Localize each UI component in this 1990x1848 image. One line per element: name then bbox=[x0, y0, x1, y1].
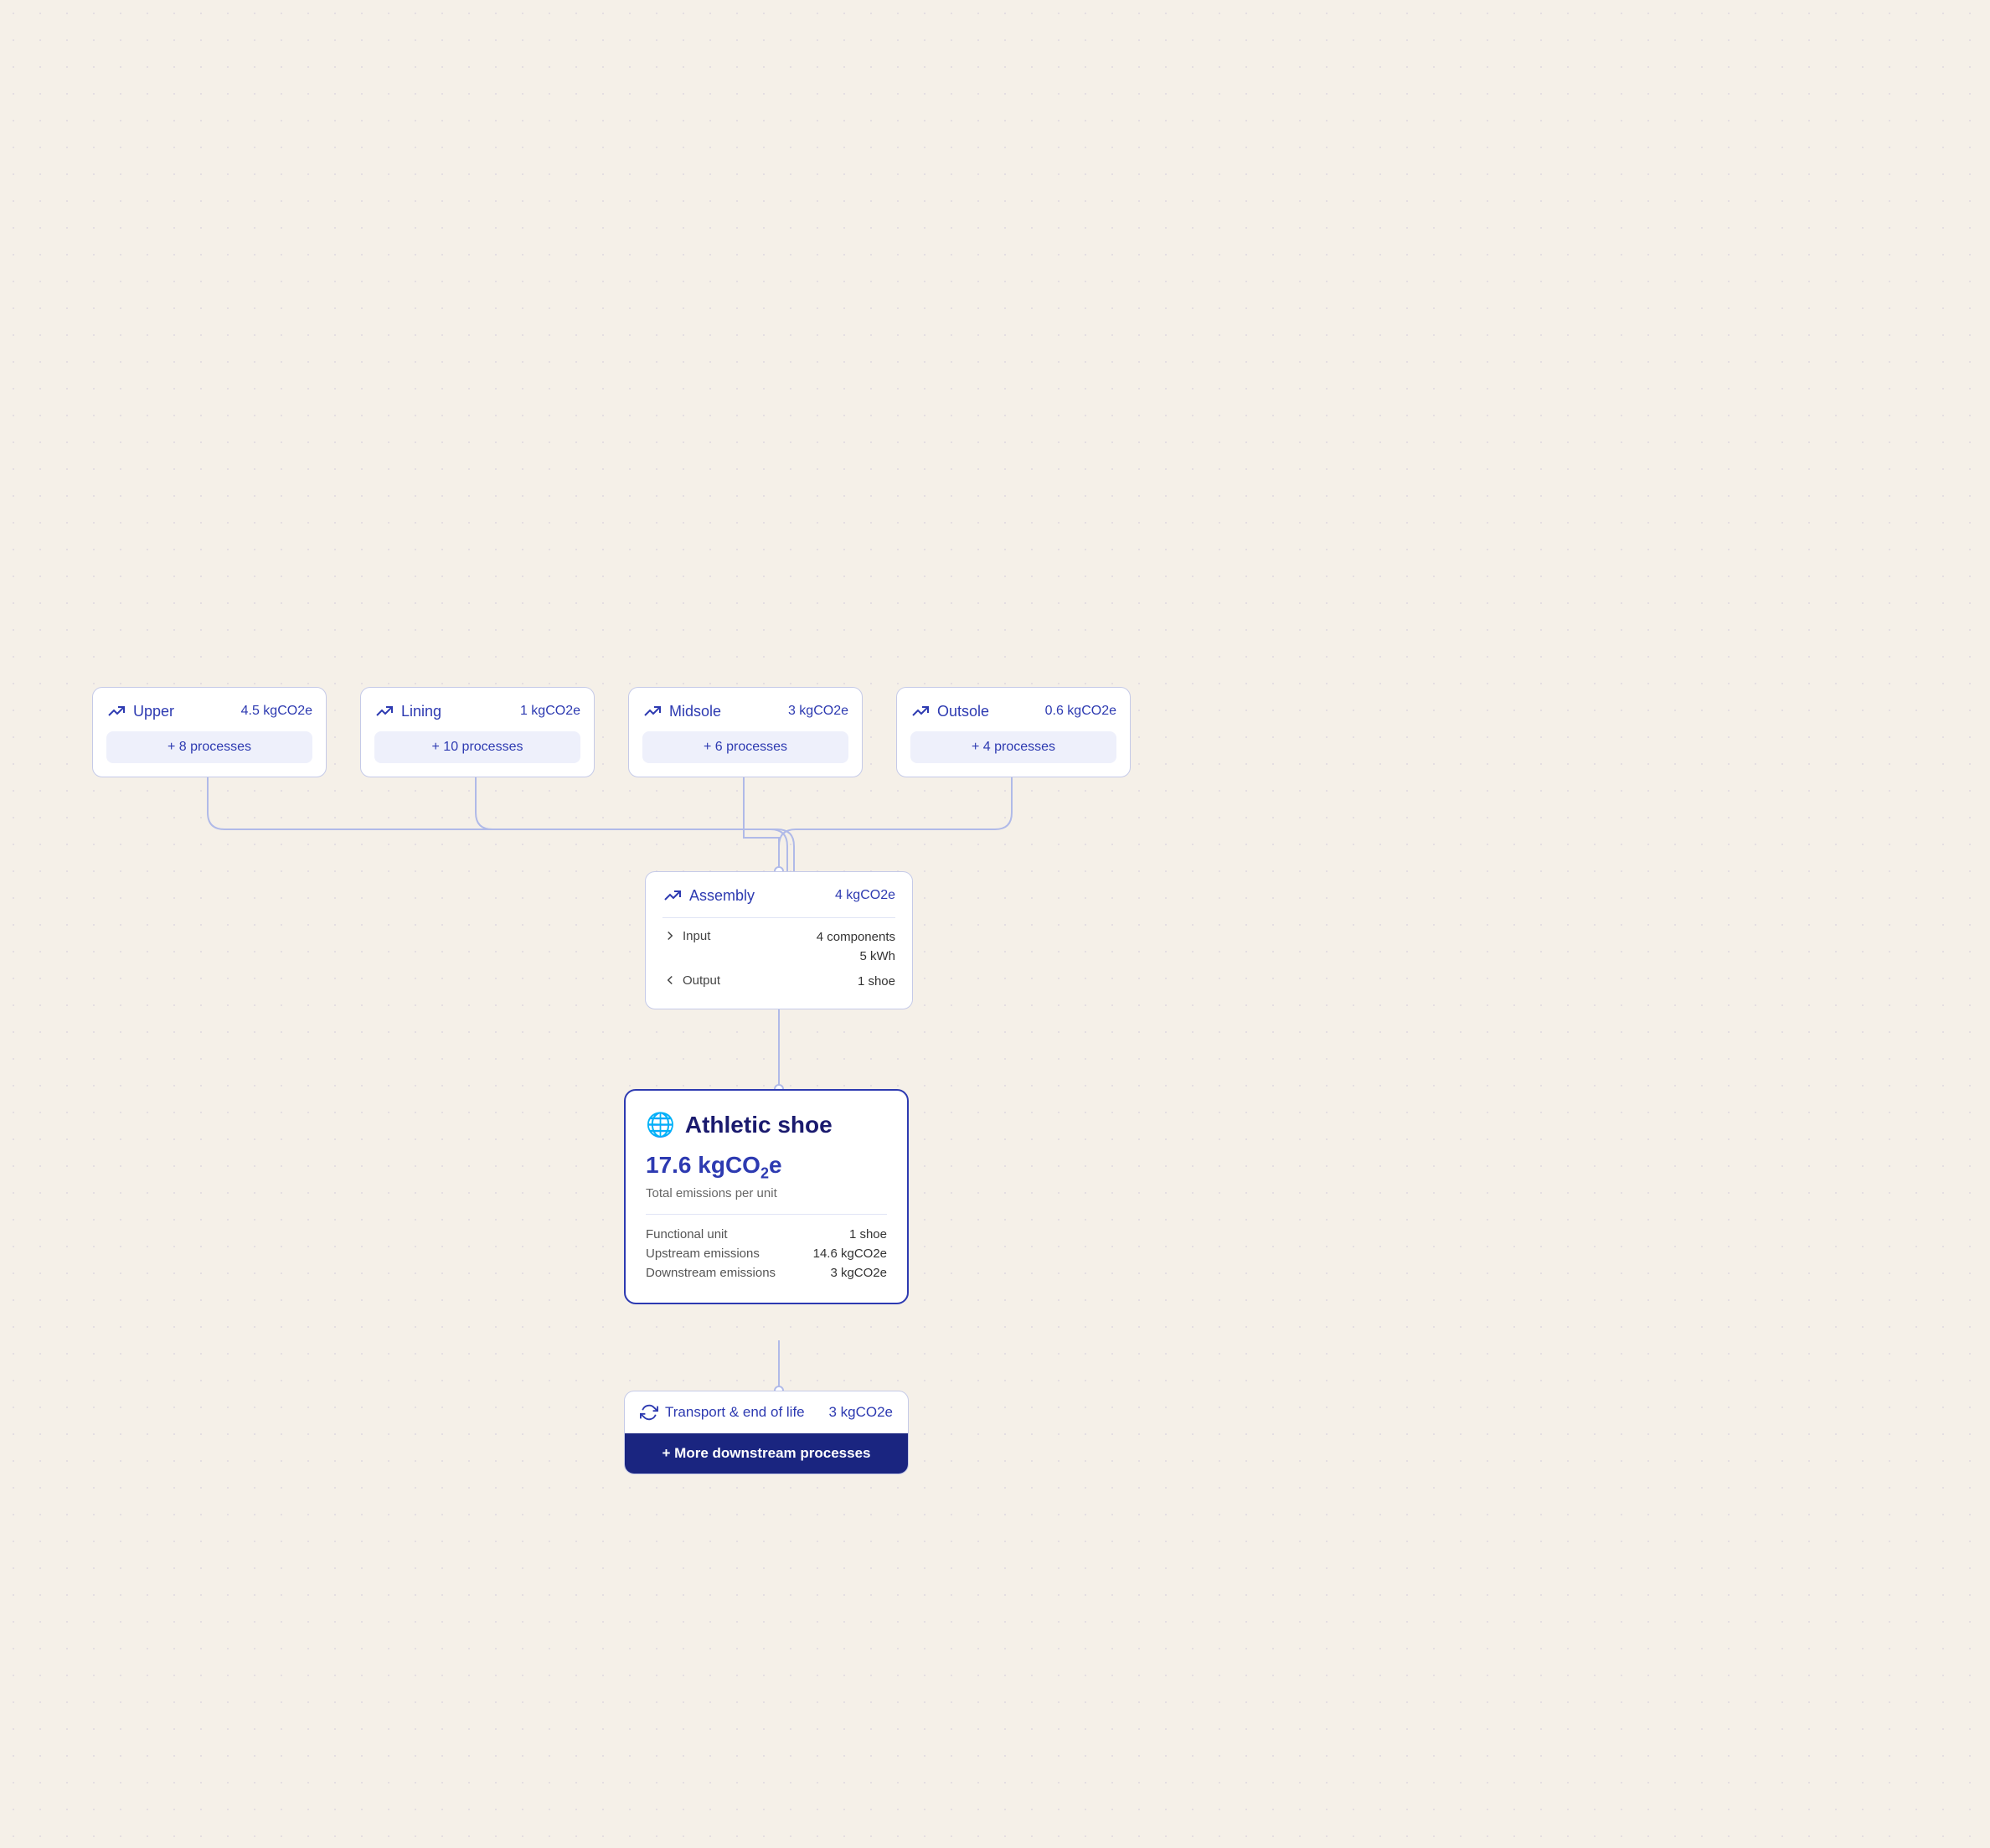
chart-icon-assembly bbox=[662, 885, 683, 906]
lining-card: Lining 1 kgCO2e + 10 processes bbox=[360, 687, 595, 777]
assembly-card: Assembly 4 kgCO2e Input 4 components 5 k… bbox=[645, 871, 913, 1009]
chart-icon-outsole bbox=[910, 701, 931, 721]
shoe-functional-unit-value: 1 shoe bbox=[849, 1227, 887, 1241]
transport-header: Transport & end of life 3 kgCO2e bbox=[625, 1391, 908, 1433]
outsole-value: 0.6 kgCO2e bbox=[1045, 704, 1116, 719]
shoe-header: 🌐 Athletic shoe bbox=[646, 1111, 887, 1138]
refresh-icon bbox=[640, 1403, 658, 1422]
midsole-value: 3 kgCO2e bbox=[788, 704, 848, 719]
midsole-title: Midsole bbox=[669, 703, 721, 720]
transport-title-group: Transport & end of life bbox=[640, 1403, 805, 1422]
assembly-input-value-2: 5 kWh bbox=[817, 947, 895, 967]
assembly-title: Assembly bbox=[689, 887, 755, 905]
lining-processes-button[interactable]: + 10 processes bbox=[374, 731, 580, 763]
assembly-input-label: Input bbox=[683, 929, 710, 943]
output-arrow-icon bbox=[662, 973, 678, 988]
more-downstream-button[interactable]: + More downstream processes bbox=[625, 1433, 908, 1474]
transport-title: Transport & end of life bbox=[665, 1404, 805, 1421]
outsole-card: Outsole 0.6 kgCO2e + 4 processes bbox=[896, 687, 1131, 777]
shoe-downstream-row: Downstream emissions 3 kgCO2e bbox=[646, 1263, 887, 1283]
midsole-title-group: Midsole bbox=[642, 701, 721, 721]
assembly-input-value-1: 4 components bbox=[817, 928, 895, 947]
assembly-output-row: Output 1 shoe bbox=[662, 969, 895, 995]
shoe-divider-1 bbox=[646, 1214, 887, 1215]
assembly-header: Assembly 4 kgCO2e bbox=[662, 885, 895, 906]
shoe-emissions: 17.6 kgCO2e bbox=[646, 1152, 887, 1183]
input-arrow-icon bbox=[662, 928, 678, 943]
assembly-input-label-group: Input bbox=[662, 928, 710, 943]
assembly-output-label-group: Output bbox=[662, 973, 720, 988]
midsole-processes-button[interactable]: + 6 processes bbox=[642, 731, 848, 763]
assembly-divider bbox=[662, 917, 895, 918]
globe-icon: 🌐 bbox=[646, 1111, 675, 1138]
upper-processes-button[interactable]: + 8 processes bbox=[106, 731, 312, 763]
shoe-downstream-value: 3 kgCO2e bbox=[830, 1266, 887, 1280]
transport-value: 3 kgCO2e bbox=[828, 1404, 893, 1421]
upper-card-header: Upper 4.5 kgCO2e bbox=[106, 701, 312, 721]
lining-card-header: Lining 1 kgCO2e bbox=[374, 701, 580, 721]
shoe-upstream-value: 14.6 kgCO2e bbox=[813, 1247, 887, 1261]
chart-icon bbox=[106, 701, 126, 721]
upper-title-group: Upper bbox=[106, 701, 174, 721]
shoe-upstream-label: Upstream emissions bbox=[646, 1247, 760, 1261]
outsole-processes-button[interactable]: + 4 processes bbox=[910, 731, 1116, 763]
shoe-downstream-label: Downstream emissions bbox=[646, 1266, 776, 1280]
midsole-card: Midsole 3 kgCO2e + 6 processes bbox=[628, 687, 863, 777]
assembly-output-value: 1 shoe bbox=[858, 973, 895, 992]
assembly-output-label: Output bbox=[683, 973, 720, 988]
assembly-value: 4 kgCO2e bbox=[835, 888, 895, 903]
assembly-input-row: Input 4 components 5 kWh bbox=[662, 925, 895, 969]
upper-title: Upper bbox=[133, 703, 174, 720]
shoe-functional-unit-row: Functional unit 1 shoe bbox=[646, 1225, 887, 1244]
outsole-title-group: Outsole bbox=[910, 701, 989, 721]
lining-title: Lining bbox=[401, 703, 441, 720]
lining-title-group: Lining bbox=[374, 701, 441, 721]
assembly-title-group: Assembly bbox=[662, 885, 755, 906]
shoe-subtitle: Total emissions per unit bbox=[646, 1186, 887, 1200]
assembly-input-values: 4 components 5 kWh bbox=[817, 928, 895, 966]
midsole-card-header: Midsole 3 kgCO2e bbox=[642, 701, 848, 721]
shoe-functional-unit-label: Functional unit bbox=[646, 1227, 728, 1241]
chart-icon-lining bbox=[374, 701, 394, 721]
shoe-title: Athletic shoe bbox=[685, 1112, 833, 1138]
athletic-shoe-card: 🌐 Athletic shoe 17.6 kgCO2e Total emissi… bbox=[624, 1089, 909, 1304]
upper-card: Upper 4.5 kgCO2e + 8 processes bbox=[92, 687, 327, 777]
lining-value: 1 kgCO2e bbox=[520, 704, 580, 719]
shoe-upstream-row: Upstream emissions 14.6 kgCO2e bbox=[646, 1244, 887, 1263]
transport-card: Transport & end of life 3 kgCO2e + More … bbox=[624, 1391, 909, 1474]
chart-icon-midsole bbox=[642, 701, 662, 721]
outsole-card-header: Outsole 0.6 kgCO2e bbox=[910, 701, 1116, 721]
outsole-title: Outsole bbox=[937, 703, 989, 720]
upper-value: 4.5 kgCO2e bbox=[241, 704, 312, 719]
